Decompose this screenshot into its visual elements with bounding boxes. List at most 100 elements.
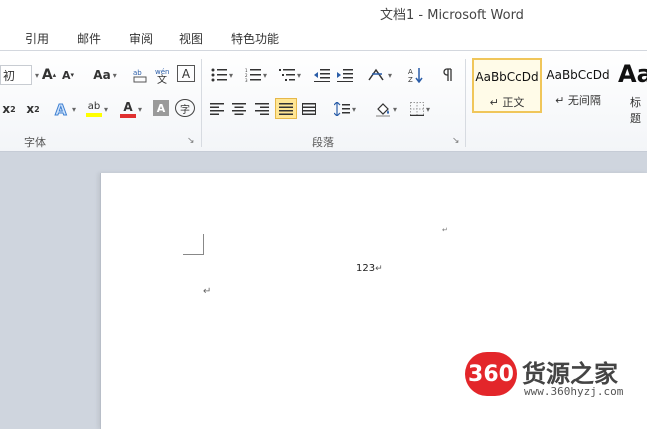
font-color-icon: A — [119, 99, 136, 118]
chevron-down-icon: ▾ — [228, 70, 233, 80]
chevron-down-icon: ▾ — [71, 104, 76, 114]
highlight-label: ab — [87, 101, 101, 112]
style-normal[interactable]: AaBbCcDd ↵ 正文 — [472, 58, 542, 113]
subscript-label: x — [2, 102, 11, 116]
paragraph-mark: ↵ — [375, 264, 383, 274]
sort-az-icon: AZ — [408, 68, 423, 83]
distributed-icon — [302, 103, 316, 115]
svg-text:A: A — [55, 101, 67, 118]
tab-special-features[interactable]: 特色功能 — [231, 30, 279, 47]
watermark-url: www.360hyzj.com — [524, 385, 624, 398]
show-hide-marks-button[interactable] — [440, 65, 456, 85]
style-heading-name: 标题 — [630, 96, 641, 125]
svg-text:Z: Z — [408, 76, 413, 83]
chevron-down-icon: ▾ — [425, 104, 430, 114]
superscript-button[interactable]: x2 — [24, 99, 42, 119]
svg-text:ab: ab — [133, 69, 142, 77]
window-title: 文档1 - Microsoft Word — [380, 8, 524, 23]
svg-text:3: 3 — [245, 78, 248, 82]
line-spacing-button[interactable]: ▾ — [332, 99, 358, 119]
increase-indent-button[interactable] — [336, 65, 354, 85]
chevron-down-icon: ▾ — [392, 104, 397, 114]
title-bar: 文档1 - Microsoft Word — [0, 0, 647, 25]
char-border-button[interactable]: A — [177, 65, 195, 82]
multilevel-list-button[interactable]: ▾ — [276, 65, 304, 85]
paragraph-mark-icon — [443, 68, 452, 81]
font-dialog-launcher-icon[interactable]: ↘ — [187, 136, 197, 146]
tab-mailings[interactable]: 邮件 — [77, 30, 101, 47]
style-name: ↵ 正文 — [489, 96, 525, 109]
enclose-char-label: 字 — [180, 104, 190, 116]
watermark-logo-text: 360 — [468, 361, 514, 387]
shading-button[interactable]: ▾ — [372, 99, 400, 119]
chinese-layout-button[interactable]: ▾ — [366, 65, 394, 85]
font-color-label: A — [123, 99, 133, 114]
numbered-list-icon: 123 — [245, 68, 261, 82]
multilevel-list-icon — [278, 69, 295, 81]
style-no-spacing[interactable]: AaBbCcDd ↵ 无间隔 — [543, 58, 613, 113]
group-divider — [465, 59, 466, 147]
change-case-button[interactable]: Aa ▾ — [90, 65, 120, 85]
justify-button[interactable] — [275, 98, 297, 119]
clear-formatting-button[interactable]: wén 文 — [153, 65, 173, 85]
group-divider — [201, 59, 202, 147]
pinyin-guide-button[interactable]: ab — [130, 65, 150, 85]
char-shading-button[interactable]: A — [153, 100, 169, 116]
document-text-line[interactable]: 123↵ — [356, 263, 383, 274]
svg-text:文: 文 — [157, 73, 167, 84]
subscript-button[interactable]: x2 — [0, 99, 18, 119]
decrease-indent-button[interactable] — [313, 65, 331, 85]
borders-grid-icon — [409, 102, 424, 116]
font-color-button[interactable]: A ▾ — [116, 99, 146, 119]
page-margin-corner-mark — [183, 234, 204, 255]
align-center-icon — [232, 103, 246, 115]
text-effects-icon: A — [54, 101, 67, 119]
grow-font-button[interactable]: A ▴ — [40, 65, 58, 85]
highlight-swatch — [85, 113, 102, 117]
align-left-button[interactable] — [208, 99, 226, 119]
caret-up-icon: ▴ — [52, 71, 57, 79]
style-sample: AaBbCcDd — [475, 70, 539, 84]
ribbon-tabs: 引用 邮件 审阅 视图 特色功能 — [0, 24, 647, 51]
align-center-button[interactable] — [230, 99, 248, 119]
paint-bucket-icon — [375, 103, 390, 117]
paragraph-dialog-launcher-icon[interactable]: ↘ — [452, 136, 462, 146]
superscript-mark: 2 — [34, 104, 40, 114]
style-sample: AaBbCcDd — [546, 68, 610, 82]
grow-font-label: A — [41, 67, 53, 83]
sort-button[interactable]: AZ — [406, 65, 426, 85]
tab-view[interactable]: 视图 — [179, 30, 203, 47]
font-color-swatch — [119, 113, 136, 118]
increase-indent-icon — [337, 69, 353, 82]
chevron-down-icon: ▾ — [387, 70, 392, 80]
font-size-input[interactable]: 初 — [0, 65, 32, 85]
align-right-button[interactable] — [253, 99, 271, 119]
subscript-mark: 2 — [10, 104, 16, 114]
text-highlight-button[interactable]: ab ▾ — [82, 99, 112, 119]
style-name: ↵ 无间隔 — [555, 94, 601, 107]
char-shading-label: A — [156, 101, 166, 115]
ribbon: 初 ▾ A ▴ A ▾ Aa ▾ ab wén 文 A x2 x2 A ▾ ab ▾ A … — [0, 51, 647, 152]
chevron-down-icon: ▾ — [351, 104, 356, 114]
svg-text:A: A — [408, 68, 413, 76]
font-size-value: 初 — [3, 68, 16, 83]
align-left-icon — [210, 103, 224, 115]
tab-review[interactable]: 审阅 — [129, 30, 153, 47]
font-size-dropdown[interactable]: ▾ — [32, 65, 40, 85]
distributed-button[interactable] — [300, 99, 318, 119]
chinese-layout-icon — [368, 68, 384, 81]
watermark-brand: 货源之家 — [522, 359, 618, 388]
bullets-button[interactable]: ▾ — [208, 65, 236, 85]
numbering-button[interactable]: 1 2 3 ▾ — [242, 65, 270, 85]
enclose-characters-button[interactable]: 字 — [175, 99, 195, 117]
shrink-font-label: A — [61, 68, 71, 82]
line-spacing-icon — [333, 102, 350, 116]
borders-button[interactable]: ▾ — [406, 99, 434, 119]
shrink-font-button[interactable]: A ▾ — [60, 65, 76, 85]
tab-references[interactable]: 引用 — [25, 30, 49, 47]
chevron-down-icon: ▾ — [262, 70, 267, 80]
style-heading-sample[interactable]: Aa — [618, 60, 647, 88]
pinyin-guide-icon: ab — [133, 69, 147, 83]
text-effects-button[interactable]: A ▾ — [52, 99, 78, 119]
justify-icon — [279, 102, 293, 115]
